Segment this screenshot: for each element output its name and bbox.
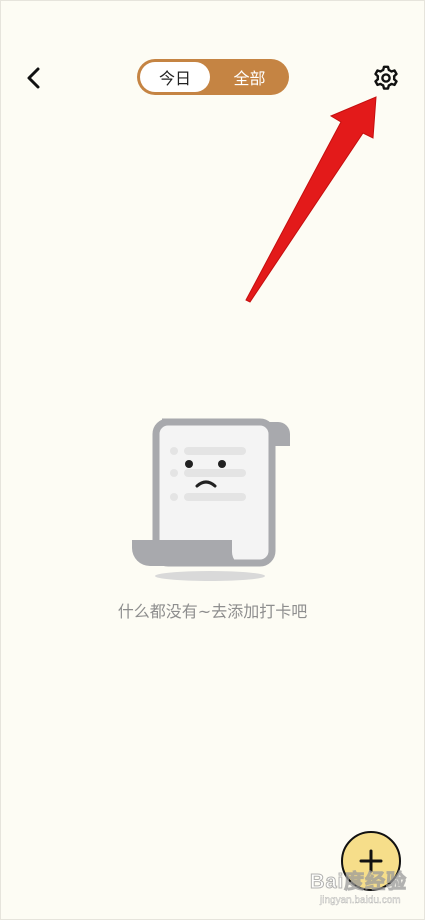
chevron-left-icon <box>27 67 40 89</box>
empty-state-message: 什么都没有~去添加打卡吧 <box>117 602 308 621</box>
plus-icon <box>359 849 383 873</box>
sad-scroll-illustration <box>132 418 290 581</box>
settings-button[interactable] <box>366 58 406 98</box>
back-button[interactable] <box>14 58 54 98</box>
tab-all[interactable]: 全部 <box>213 62 286 92</box>
tab-today[interactable]: 今日 <box>140 62 210 92</box>
add-checkin-button[interactable] <box>341 831 401 891</box>
date-scope-toggle: 今日 全部 <box>137 59 289 95</box>
gear-icon <box>374 65 398 90</box>
watermark-url: jingyan.baidu.com <box>320 895 401 906</box>
